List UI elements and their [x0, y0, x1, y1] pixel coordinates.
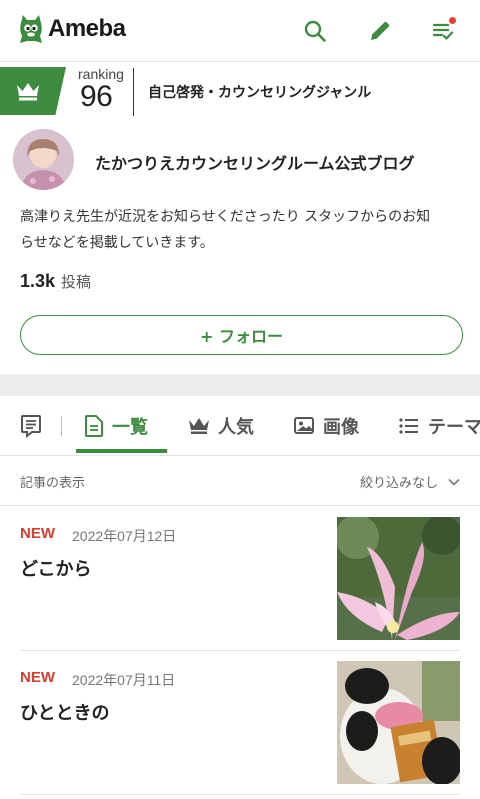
- ranking-divider: [133, 68, 134, 116]
- tab-themes[interactable]: テーマ: [398, 396, 480, 455]
- plush-toy-photo: [337, 661, 460, 784]
- tab-label: 人気: [218, 417, 254, 438]
- filter-selected: 絞り込みなし: [359, 476, 438, 491]
- tab-popular[interactable]: 人気: [188, 396, 254, 455]
- entry-date: 2022年07月12日: [72, 528, 177, 544]
- blog-description: 高津りえ先生が近況をお知らせくださったり スタッフからのお知 らせなどを掲載して…: [20, 204, 465, 256]
- section-separator: [0, 374, 480, 396]
- active-tab-indicator: [76, 449, 167, 453]
- description-line: らせなどを掲載していきます。: [20, 235, 214, 251]
- ameba-mascot-icon: [20, 15, 42, 43]
- pencil-icon: [371, 21, 390, 40]
- tab-label: テーマ: [428, 417, 480, 438]
- ranking-row[interactable]: ranking 96 自己啓発・カウンセリングジャンル: [0, 62, 480, 120]
- app-header: Ameba: [0, 0, 480, 62]
- ameba-logo[interactable]: Ameba: [18, 14, 126, 44]
- divider: [20, 794, 460, 795]
- entry-title[interactable]: ひとときの: [20, 699, 109, 725]
- entry-item[interactable]: NEW 2022年07月11日 ひとときの: [0, 650, 480, 794]
- avatar[interactable]: [13, 129, 74, 190]
- list-lines-icon: [399, 418, 418, 434]
- search-button[interactable]: [300, 16, 330, 46]
- notification-dot: [448, 16, 457, 25]
- entry-thumbnail[interactable]: [337, 517, 460, 640]
- follow-label: + フォロー: [200, 327, 283, 346]
- entry-date: 2022年07月11日: [72, 672, 176, 688]
- document-icon: [85, 415, 103, 437]
- ranking-number: 96: [80, 80, 113, 113]
- tab-label: 画像: [323, 417, 359, 438]
- tab-images[interactable]: 画像: [293, 396, 359, 455]
- search-icon: [304, 20, 326, 42]
- avatar-photo: [13, 129, 74, 190]
- write-button[interactable]: [365, 16, 395, 46]
- tab-bar: 一覧 人気 画像 テーマ: [0, 396, 480, 456]
- posts-label: 投稿: [61, 273, 92, 291]
- entry-thumbnail[interactable]: [337, 661, 460, 784]
- tab-label: 一覧: [112, 417, 148, 438]
- feed-button[interactable]: [428, 16, 458, 46]
- tab-all[interactable]: 一覧: [84, 396, 148, 455]
- blog-title[interactable]: たかつりえカウンセリングルーム公式ブログ: [95, 150, 415, 174]
- logo-text: Ameba: [48, 15, 126, 42]
- filter-dropdown[interactable]: 絞り込みなし: [360, 472, 460, 491]
- crown-icon: [189, 418, 209, 434]
- posts-number: 1.3k: [20, 271, 56, 291]
- new-badge: NEW: [20, 669, 55, 686]
- flower-photo: [337, 517, 460, 640]
- list-box-icon: [21, 415, 41, 438]
- follow-button[interactable]: + フォロー: [20, 315, 463, 355]
- crown-icon: [17, 83, 39, 101]
- chevron-down-icon: [448, 478, 460, 486]
- entry-title[interactable]: どこから: [20, 555, 91, 581]
- tab-separator: [61, 416, 62, 436]
- tab-list-view[interactable]: [20, 396, 42, 455]
- description-line: 高津りえ先生が近況をお知らせくださったり スタッフからのお知: [20, 209, 431, 225]
- posts-count: 1.3k 投稿: [20, 271, 91, 292]
- filter-label: 記事の表示: [20, 476, 86, 491]
- entry-item[interactable]: NEW 2022年07月12日 どこから: [0, 506, 480, 650]
- genre-label[interactable]: 自己啓発・カウンセリングジャンル: [148, 82, 371, 102]
- new-badge: NEW: [20, 525, 55, 542]
- image-icon: [294, 417, 314, 434]
- ranking-badge: [0, 67, 66, 115]
